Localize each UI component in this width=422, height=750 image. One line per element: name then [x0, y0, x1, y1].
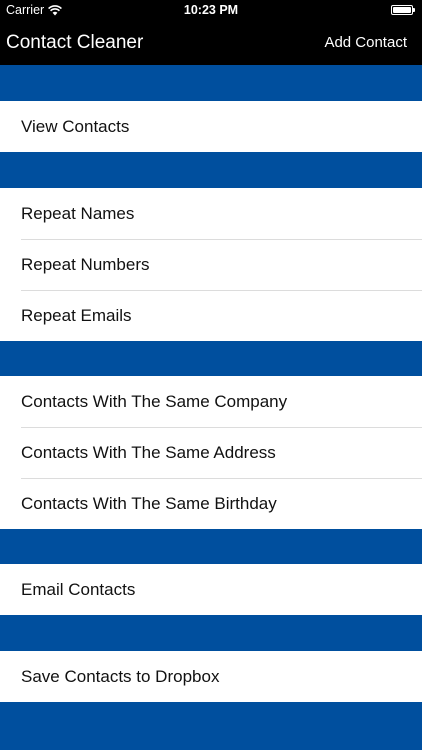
- navigation-bar: Contact Cleaner Add Contact: [0, 20, 422, 65]
- save-to-dropbox-item[interactable]: Save Contacts to Dropbox: [0, 651, 422, 702]
- add-contact-button[interactable]: Add Contact: [324, 34, 407, 51]
- section-dropbox: Save Contacts to Dropbox: [0, 651, 422, 702]
- status-time: 10:23 PM: [183, 3, 239, 17]
- page-title: Contact Cleaner: [6, 32, 144, 53]
- repeat-names-item[interactable]: Repeat Names: [0, 188, 422, 239]
- email-contacts-item[interactable]: Email Contacts: [0, 564, 422, 615]
- section-same-fields: Contacts With The Same Company Contacts …: [0, 376, 422, 529]
- same-company-item[interactable]: Contacts With The Same Company: [0, 376, 422, 427]
- view-contacts-item[interactable]: View Contacts: [0, 101, 422, 152]
- repeat-numbers-item[interactable]: Repeat Numbers: [0, 239, 422, 290]
- repeat-emails-item[interactable]: Repeat Emails: [0, 290, 422, 341]
- status-bar: Carrier 10:23 PM: [0, 0, 422, 20]
- section-view: View Contacts: [0, 101, 422, 152]
- battery-icon: [391, 5, 415, 15]
- section-email: Email Contacts: [0, 564, 422, 615]
- section-repeats: Repeat Names Repeat Numbers Repeat Email…: [0, 188, 422, 341]
- same-birthday-item[interactable]: Contacts With The Same Birthday: [0, 478, 422, 529]
- same-address-item[interactable]: Contacts With The Same Address: [0, 427, 422, 478]
